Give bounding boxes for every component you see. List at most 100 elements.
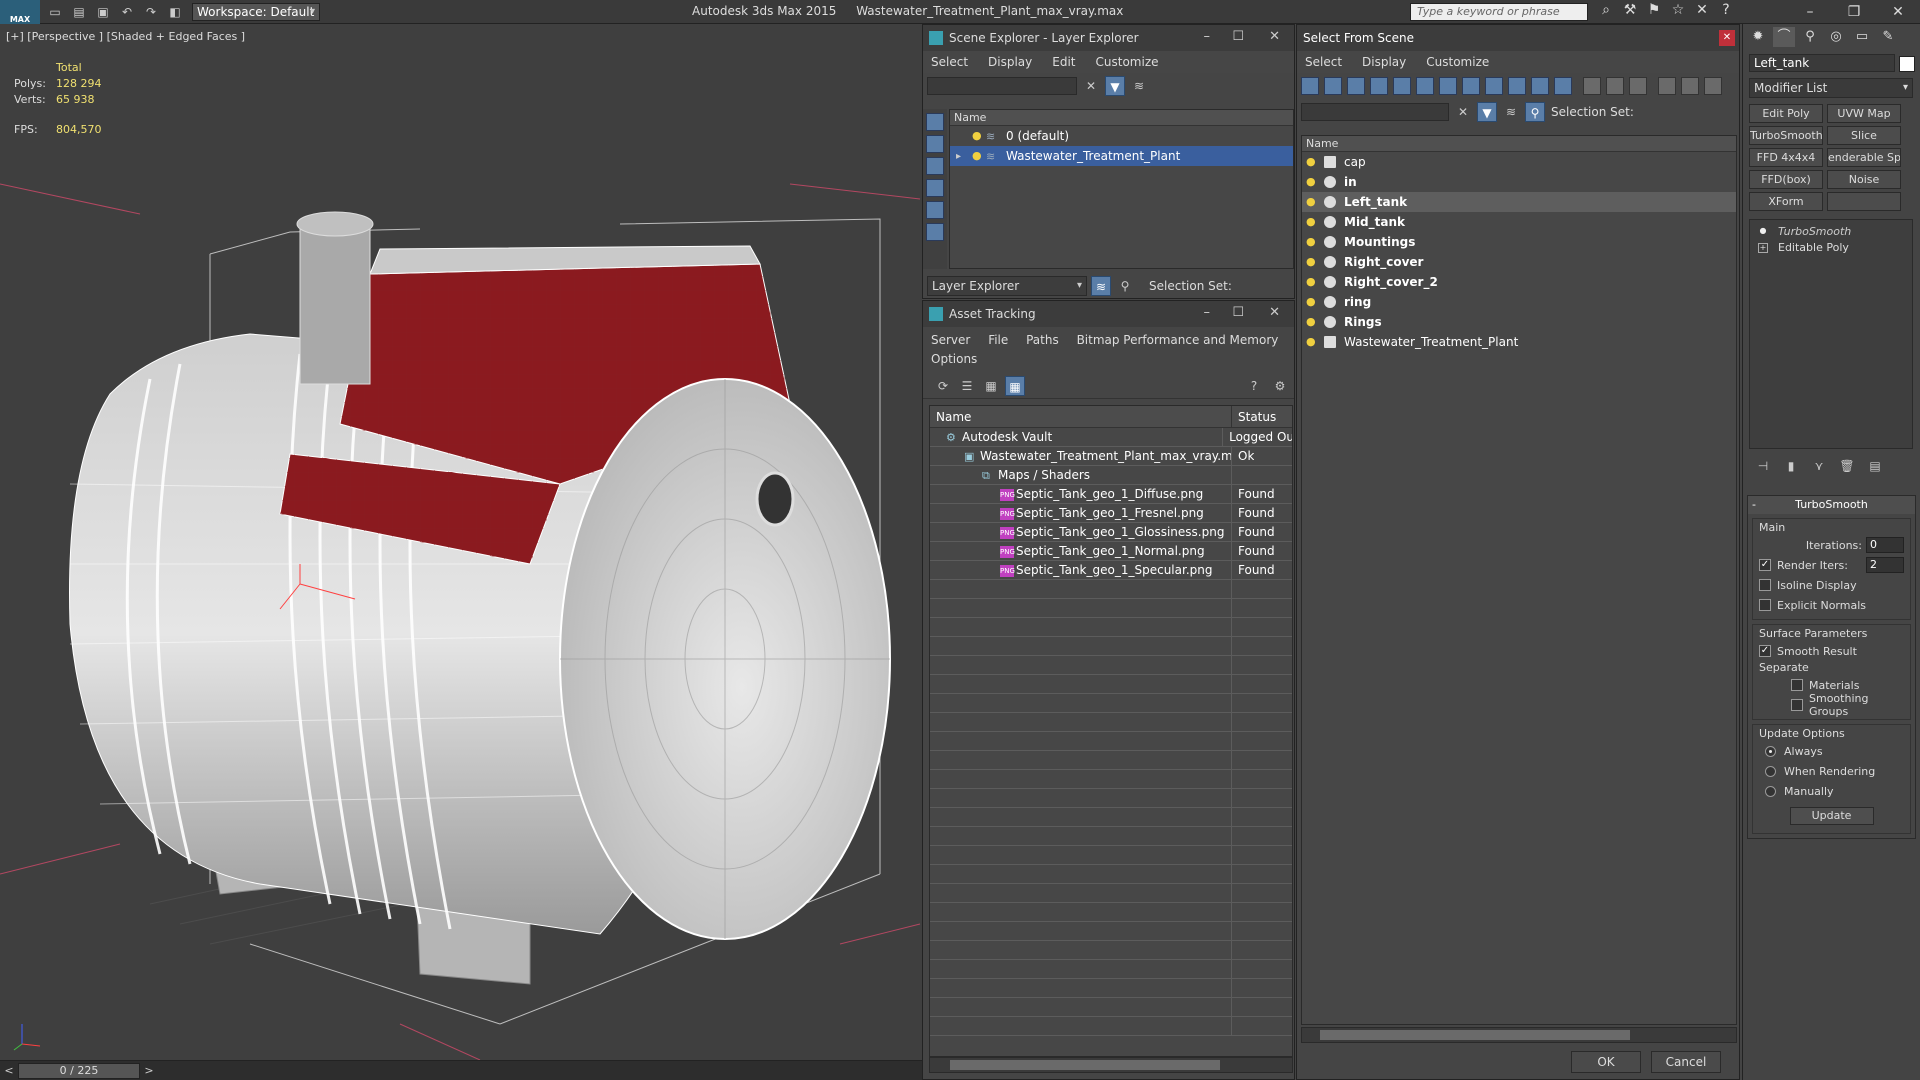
iterations-spinner[interactable]: 0 — [1866, 537, 1904, 553]
list-item[interactable]: ● Rings — [1302, 312, 1736, 332]
invert-selection-icon[interactable] — [1629, 77, 1647, 95]
lightbulb-icon[interactable]: ● — [972, 150, 982, 162]
layer-tool-icon[interactable]: ≋ — [1129, 76, 1149, 96]
display-cameras-icon[interactable] — [926, 179, 944, 197]
menu-display[interactable]: Display — [988, 55, 1032, 69]
close-icon[interactable]: ✕ — [1876, 0, 1920, 24]
select-all-icon[interactable] — [1583, 77, 1601, 95]
menu-edit[interactable]: Edit — [1052, 55, 1075, 69]
new-file-icon[interactable]: ▭ — [46, 4, 64, 20]
render-iters-spinner[interactable]: 2 — [1866, 557, 1904, 573]
menu-select[interactable]: Select — [931, 55, 968, 69]
table-row[interactable]: PNGSeptic_Tank_geo_1_Glossiness.png Found — [930, 523, 1292, 542]
funnel-icon[interactable] — [1658, 77, 1676, 95]
stack-item-turbosmooth[interactable]: ● TurboSmooth — [1750, 224, 1912, 240]
ok-button[interactable]: OK — [1571, 1051, 1641, 1073]
asset-tracking-titlebar[interactable]: Asset Tracking – ☐ ✕ — [923, 301, 1294, 327]
subscription-icon[interactable]: ⚒ — [1618, 2, 1642, 22]
modifier-button[interactable]: FFD 4x4x4 — [1749, 148, 1823, 167]
object-list-header[interactable]: Name — [1302, 136, 1736, 152]
object-color-swatch[interactable] — [1899, 56, 1915, 72]
lightbulb-icon[interactable]: ● — [1306, 156, 1316, 168]
display-helpers-icon[interactable] — [926, 201, 944, 219]
workspace-dropdown[interactable]: Workspace: Default — [192, 2, 320, 21]
filter-icon[interactable]: ▼ — [1477, 102, 1497, 122]
display-shapes-icon[interactable] — [926, 135, 944, 153]
menu-bitmap-performance[interactable]: Bitmap Performance and Memory — [1077, 333, 1279, 347]
stack-item-editable-poly[interactable]: + Editable Poly — [1750, 240, 1912, 256]
next-frame-icon[interactable]: > — [142, 1063, 156, 1079]
lightbulb-icon[interactable]: ● — [972, 130, 982, 142]
when-rendering-radio[interactable] — [1765, 765, 1776, 777]
manually-radio[interactable] — [1765, 785, 1776, 797]
table-row[interactable]: PNGSeptic_Tank_geo_1_Specular.png Found — [930, 561, 1292, 580]
list-item[interactable]: ● ring — [1302, 292, 1736, 312]
frozen-filter-icon[interactable] — [1531, 77, 1549, 95]
explicit-normals-checkbox[interactable] — [1759, 599, 1771, 611]
shapes-filter-icon[interactable] — [1324, 77, 1342, 95]
modifier-button[interactable]: enderable Splin — [1827, 148, 1901, 167]
cameras-filter-icon[interactable] — [1370, 77, 1388, 95]
modifier-list-dropdown[interactable]: Modifier List — [1749, 78, 1913, 98]
refresh-icon[interactable]: ⟳ — [933, 376, 953, 396]
clear-search-icon[interactable]: ✕ — [1081, 76, 1101, 96]
help-search-input[interactable]: Type a keyword or phrase — [1410, 3, 1588, 21]
maximize-icon[interactable]: ☐ — [1232, 305, 1244, 320]
list-item[interactable]: ● Wastewater_Treatment_Plant — [1302, 332, 1736, 352]
update-button[interactable]: Update — [1789, 807, 1874, 825]
modifier-button[interactable]: FFD(box) — [1749, 170, 1823, 189]
make-unique-icon[interactable]: ⋎ — [1809, 459, 1829, 477]
table-row[interactable]: ⧉ Maps / Shaders — [930, 466, 1292, 485]
menu-customize[interactable]: Customize — [1426, 55, 1489, 69]
prev-frame-icon[interactable]: < — [2, 1063, 16, 1079]
minimize-icon[interactable]: – — [1788, 0, 1832, 24]
motion-tab-icon[interactable]: ◎ — [1825, 27, 1847, 47]
configure-sets-icon[interactable]: ▤ — [1865, 459, 1885, 477]
display-lights-icon[interactable] — [926, 157, 944, 175]
open-folder-icon[interactable]: ▤ — [70, 4, 88, 20]
menu-paths[interactable]: Paths — [1026, 333, 1059, 347]
maximize-icon[interactable]: ☐ — [1232, 29, 1244, 44]
smooth-result-checkbox[interactable]: ✓ — [1759, 645, 1771, 657]
hierarchy-tab-icon[interactable]: ⚲ — [1799, 27, 1821, 47]
explorer-mode-dropdown[interactable]: Layer Explorer — [927, 276, 1087, 296]
object-list-horizontal-scrollbar[interactable] — [1301, 1027, 1737, 1043]
expand-arrow-icon[interactable]: ▸ — [956, 151, 972, 162]
table-row[interactable]: ⚙ Autodesk Vault Logged Ou — [930, 428, 1292, 447]
groups-filter-icon[interactable] — [1439, 77, 1457, 95]
modifier-button[interactable] — [1827, 192, 1901, 211]
table-row[interactable]: PNGSeptic_Tank_geo_1_Normal.png Found — [930, 542, 1292, 561]
settings-icon[interactable]: ⚙ — [1270, 376, 1290, 396]
find-input[interactable] — [1301, 103, 1449, 121]
viewport-label[interactable]: [+] [Perspective ] [Shaded + Edged Faces… — [6, 30, 245, 43]
object-name-input[interactable]: Left_tank — [1749, 54, 1895, 72]
layer-list-header[interactable]: Name — [950, 110, 1293, 126]
bones-filter-icon[interactable] — [1485, 77, 1503, 95]
menu-options[interactable]: Options — [931, 352, 977, 366]
display-geometry-icon[interactable] — [926, 113, 944, 131]
spacewarps-filter-icon[interactable] — [1416, 77, 1434, 95]
help-icon[interactable]: ? — [1244, 376, 1264, 396]
scene-explorer-search-input[interactable] — [927, 77, 1077, 95]
modify-tab-icon[interactable]: ⌒ — [1773, 27, 1795, 47]
hierarchy-mode-icon[interactable]: ⚲ — [1525, 102, 1545, 122]
redo-icon[interactable]: ↷ — [142, 4, 160, 20]
cancel-button[interactable]: Cancel — [1651, 1051, 1721, 1073]
isoline-checkbox[interactable] — [1759, 579, 1771, 591]
table-view-icon[interactable]: ▦ — [1005, 375, 1025, 396]
lightbulb-icon[interactable]: ● — [1306, 276, 1316, 288]
remove-modifier-icon[interactable]: 🗑 — [1837, 459, 1857, 477]
select-none-icon[interactable] — [1606, 77, 1624, 95]
close-icon[interactable]: ✕ — [1269, 305, 1280, 320]
scene-explorer-titlebar[interactable]: Scene Explorer - Layer Explorer – ☐ ✕ — [923, 25, 1294, 51]
time-slider[interactable]: 0 / 225 — [18, 1063, 140, 1079]
create-tab-icon[interactable]: ✹ — [1747, 27, 1769, 47]
table-row[interactable]: PNGSeptic_Tank_geo_1_Fresnel.png Found — [930, 504, 1292, 523]
modifier-button[interactable]: TurboSmooth — [1749, 126, 1823, 145]
close-icon[interactable]: ✕ — [1269, 29, 1280, 44]
lightbulb-icon[interactable]: ● — [1306, 256, 1316, 268]
lightbulb-icon[interactable]: ● — [1306, 236, 1316, 248]
menu-customize[interactable]: Customize — [1096, 55, 1159, 69]
layer-tool-icon[interactable]: ≋ — [1501, 102, 1521, 122]
scrollbar-thumb[interactable] — [950, 1060, 1220, 1070]
